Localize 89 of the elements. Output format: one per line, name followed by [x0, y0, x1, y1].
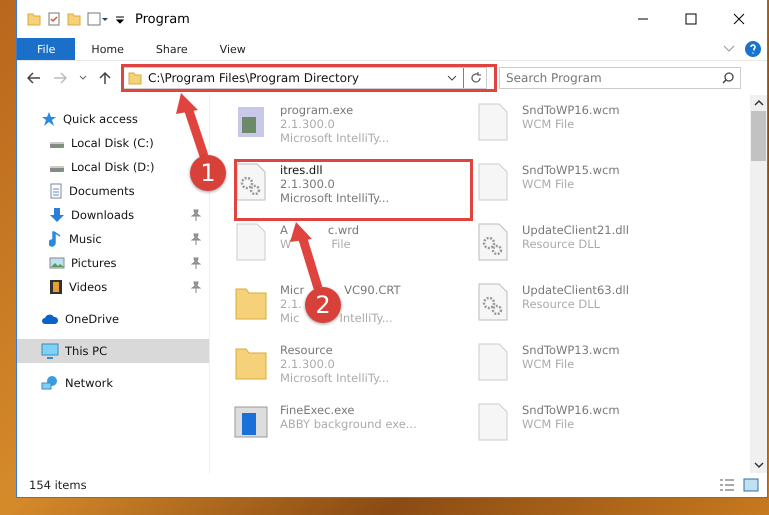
down-arrow-icon: [49, 207, 65, 223]
new-folder-icon[interactable]: [67, 12, 81, 26]
file-detail: Resource DLL: [522, 237, 600, 251]
pin-icon[interactable]: [191, 209, 201, 221]
folder-icon: [128, 71, 142, 85]
scroll-up-icon[interactable]: [754, 99, 764, 107]
file-detail: WCM File: [522, 177, 574, 191]
file-detail: 2.1.300.0: [280, 357, 335, 371]
scroll-thumb[interactable]: [751, 111, 766, 161]
file-detail: Resource DLL: [522, 297, 600, 311]
file-detail: W: [280, 237, 292, 251]
file-detail: WCM File: [522, 357, 574, 371]
refresh-icon[interactable]: [470, 72, 482, 84]
address-path: C:\Program Files\Program Directory: [148, 71, 360, 85]
file-detail: 2.1.300.0: [280, 177, 335, 191]
ribbon-tab[interactable]: File: [17, 38, 76, 60]
file-detail: WCM File: [522, 117, 574, 131]
gear-file-icon[interactable]: [476, 283, 510, 321]
file-detail: 2.1.: [280, 297, 302, 311]
gear-file-icon[interactable]: [476, 223, 510, 261]
music-note-icon: [49, 231, 63, 247]
details-view-icon[interactable]: [719, 478, 735, 492]
help-icon[interactable]: [745, 41, 761, 57]
file-name[interactable]: c.wrd: [328, 223, 360, 237]
picture-icon: [49, 256, 65, 270]
nav-item[interactable]: Local Disk (C:): [17, 131, 158, 155]
view-options-icon[interactable]: [87, 12, 109, 26]
file-name[interactable]: A: [280, 223, 288, 237]
document-icon: [49, 183, 63, 199]
file-name[interactable]: SndToWP16.wcm: [522, 103, 620, 117]
window-title: Program: [135, 12, 191, 26]
nav-item[interactable]: Music: [17, 227, 209, 251]
file-name[interactable]: SndToWP13.wcm: [522, 343, 620, 357]
file-detail: IntelliTy...: [339, 311, 393, 325]
nav-item[interactable]: Documents: [17, 179, 139, 203]
ribbon-tab[interactable]: Share: [140, 38, 204, 60]
search-field[interactable]: Search Program: [499, 67, 741, 89]
back-arrow-icon[interactable]: [27, 72, 41, 84]
nav-item[interactable]: Quick access: [17, 107, 142, 131]
nav-item[interactable]: Pictures: [17, 251, 209, 275]
file-detail: Microsoft IntelliTy...: [280, 191, 390, 205]
search-icon: [722, 72, 734, 84]
file-name[interactable]: UpdateClient21.dll: [522, 223, 629, 237]
recent-locations-icon[interactable]: [79, 75, 87, 81]
scroll-down-icon[interactable]: [754, 461, 764, 469]
file-name[interactable]: Resource: [280, 343, 333, 357]
file-detail: Mic: [280, 311, 300, 325]
folder-icon[interactable]: [27, 12, 41, 26]
scrollbar[interactable]: [750, 95, 767, 473]
expand-ribbon-icon[interactable]: [723, 45, 735, 53]
pin-icon[interactable]: [191, 281, 201, 293]
large-icons-view-icon[interactable]: [743, 478, 759, 492]
file-detail: ABBY background exe...: [280, 417, 417, 431]
star-icon: [41, 111, 57, 127]
file-name[interactable]: UpdateClient63.dll: [522, 283, 629, 297]
file-detail: 2.1.300.0: [280, 117, 335, 131]
monitor-icon: [41, 343, 59, 359]
file-detail: WCM File: [522, 417, 574, 431]
maximize-icon[interactable]: [685, 13, 697, 25]
file-name[interactable]: SndToWP16.wcm: [522, 403, 620, 417]
nav-item[interactable]: OneDrive: [17, 307, 124, 331]
network-icon: [41, 375, 59, 391]
address-bar[interactable]: C:\Program Files\Program Directory: [123, 67, 487, 89]
file-detail: Microsoft IntelliTy...: [280, 371, 390, 385]
nav-item[interactable]: This PC: [17, 339, 209, 363]
nav-item[interactable]: Local Disk (D:): [17, 155, 159, 179]
nav-item[interactable]: Network: [17, 371, 118, 395]
properties-icon[interactable]: [47, 12, 61, 26]
file-name[interactable]: VC90.CRT: [344, 283, 401, 297]
ribbon-tab[interactable]: Home: [75, 38, 140, 60]
file-detail: Microsoft IntelliTy...: [280, 131, 390, 145]
close-icon[interactable]: [733, 13, 745, 25]
film-icon: [49, 279, 63, 295]
file-name[interactable]: itres.dll: [280, 163, 323, 177]
file-name[interactable]: SndToWP15.wcm: [522, 163, 620, 177]
ribbon-tab[interactable]: View: [204, 38, 262, 60]
pin-icon[interactable]: [191, 257, 201, 269]
up-arrow-icon[interactable]: [99, 71, 111, 85]
item-count: 154 items: [29, 478, 87, 492]
nav-item[interactable]: Downloads: [17, 203, 209, 227]
nav-item[interactable]: Videos: [17, 275, 209, 299]
pin-icon[interactable]: [191, 233, 201, 245]
gear-file-icon[interactable]: [234, 163, 268, 201]
file-detail: File: [331, 237, 351, 251]
file-name[interactable]: FineExec.exe: [280, 403, 355, 417]
pointer-arrow: [176, 93, 208, 158]
file-name[interactable]: program.exe: [280, 103, 354, 117]
file-name[interactable]: Micr: [280, 283, 304, 297]
cloud-icon: [41, 313, 59, 325]
